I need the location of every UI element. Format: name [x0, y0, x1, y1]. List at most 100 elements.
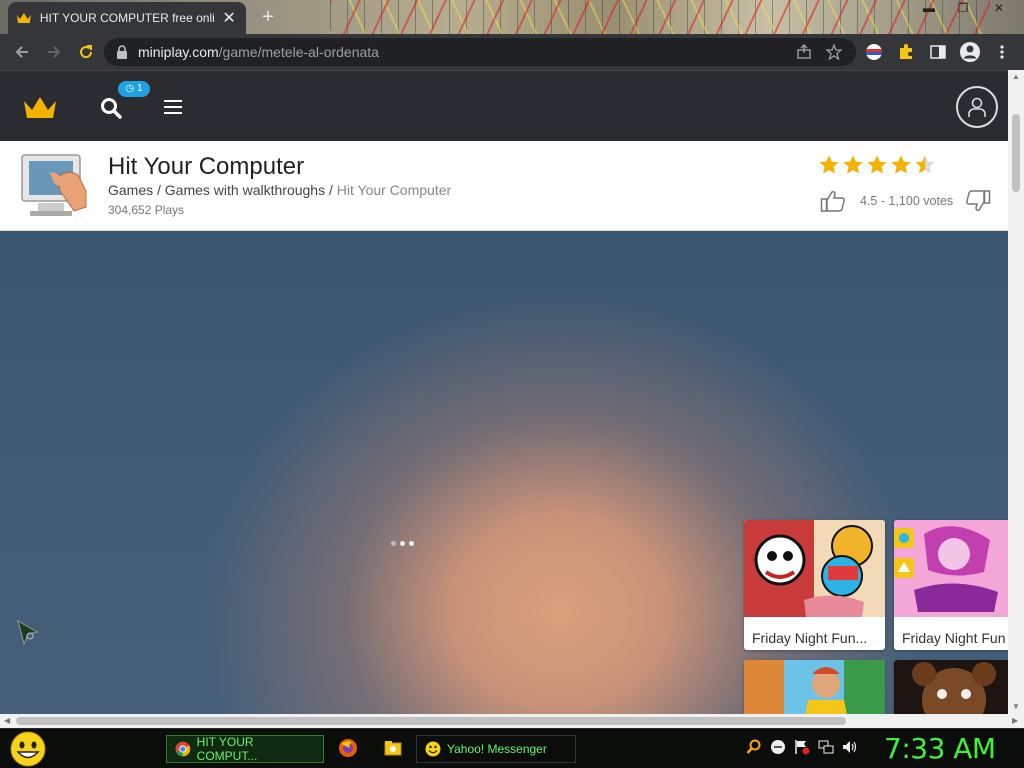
votes-row: 4.5 - 1,100 votes	[820, 189, 991, 213]
rating-stars[interactable]	[818, 154, 936, 175]
related-game-card[interactable]	[744, 660, 885, 714]
breadcrumb-current: Hit Your Computer	[336, 182, 452, 198]
site-logo-crown-icon[interactable]	[22, 95, 58, 119]
tab-title: HIT YOUR COMPUTER free onlin	[39, 11, 215, 25]
extensions-button[interactable]	[890, 38, 922, 66]
horizontal-scrollbar[interactable]: ◀ ▶	[0, 714, 1024, 728]
game-card-image	[744, 660, 885, 714]
game-frame[interactable]: Friday Night Fun... Friday Night Fun	[0, 231, 1008, 714]
taskbar-task-label: Yahoo! Messenger	[447, 742, 547, 756]
share-icon[interactable]	[796, 44, 812, 60]
mouse-cursor-icon	[17, 620, 39, 646]
back-button[interactable]	[6, 38, 38, 66]
game-info-bar: Hit Your Computer Games / Games with wal…	[0, 141, 1008, 231]
game-thumbnail[interactable]	[20, 151, 88, 219]
search-magnifier-icon[interactable]	[746, 739, 762, 755]
scroll-right-arrow-icon[interactable]: ▶	[1012, 716, 1018, 725]
game-card-image	[894, 520, 1008, 617]
scroll-up-arrow-icon[interactable]: ▲	[1012, 72, 1020, 81]
vertical-scroll-thumb[interactable]	[1012, 114, 1020, 192]
clock-small-icon: ◷	[125, 83, 135, 94]
arrow-right-icon	[48, 46, 61, 58]
scroll-down-arrow-icon[interactable]: ▼	[1012, 702, 1020, 711]
address-bar[interactable]: miniplay.com/game/metele-al-ordenata	[104, 38, 856, 66]
chrome-icon	[175, 741, 191, 757]
taskbar-yahoo-messenger[interactable]: Yahoo! Messenger	[416, 735, 576, 763]
breadcrumb-separator: /	[325, 182, 337, 198]
reload-icon	[80, 45, 93, 59]
reload-button[interactable]	[70, 38, 102, 66]
desktop-screen: HIT YOUR COMPUTER free onlin ✕ + ▬ ❐ ✕ m…	[0, 0, 1024, 768]
action-center-flag-icon[interactable]	[794, 739, 810, 755]
url-host: miniplay.com	[138, 44, 219, 60]
firefox-icon[interactable]	[338, 738, 358, 758]
side-panel-icon	[930, 45, 946, 59]
network-icon[interactable]	[818, 739, 834, 755]
site-header: ◷ 1	[0, 70, 1008, 141]
star-icon[interactable]	[914, 154, 936, 175]
breadcrumb: Games / Games with walkthroughs / Hit Yo…	[108, 182, 451, 198]
wallpaper-scribbles	[330, 0, 990, 34]
flag-circle-icon	[866, 44, 882, 60]
related-game-card[interactable]	[894, 660, 1008, 714]
taskbar-clock[interactable]: 7:33 AM	[884, 732, 996, 765]
breadcrumb-category-link[interactable]: Games with walkthroughs	[165, 182, 325, 198]
bookmark-star-icon[interactable]	[826, 44, 842, 60]
crown-icon	[16, 13, 31, 23]
tab-close-icon[interactable]: ✕	[220, 8, 238, 28]
file-manager-icon[interactable]	[383, 738, 403, 758]
taskbar-chrome-window[interactable]: HIT YOUR COMPUT...	[166, 735, 324, 763]
account-circle-icon	[960, 42, 980, 62]
vertical-scrollbar[interactable]: ▲ ▼	[1008, 70, 1024, 714]
thumbs-down-icon[interactable]	[965, 189, 991, 213]
breadcrumb-games-link[interactable]: Games	[108, 182, 153, 198]
system-tray	[746, 739, 858, 755]
yahoo-messenger-smiley-icon	[425, 741, 441, 757]
search-icon[interactable]	[100, 97, 122, 119]
horizontal-scroll-thumb[interactable]	[16, 717, 846, 725]
browser-tab[interactable]: HIT YOUR COMPUTER free onlin ✕	[8, 2, 246, 34]
star-icon[interactable]	[842, 154, 864, 175]
forward-button[interactable]	[38, 38, 70, 66]
browser-titlebar: HIT YOUR COMPUTER free onlin ✕ + ▬ ❐ ✕	[0, 0, 1024, 34]
web-page: ◷ 1 Hit Your Computer Games / Games with…	[0, 70, 1008, 714]
play-count: 304,652 Plays	[108, 203, 185, 217]
loading-dots	[391, 541, 414, 546]
close-window-button[interactable]: ✕	[984, 0, 1014, 18]
user-icon	[968, 97, 986, 117]
kebab-menu-icon	[1000, 45, 1004, 59]
lock-icon	[117, 45, 127, 59]
account-button[interactable]	[954, 38, 986, 66]
puzzle-icon	[900, 44, 912, 59]
notification-count: 1	[136, 83, 143, 94]
game-card-title: Friday Night Fun	[902, 630, 1006, 646]
votes-summary: 4.5 - 1,100 votes	[860, 194, 954, 208]
minimize-button[interactable]: ▬	[914, 0, 944, 18]
start-button-smiley-icon[interactable]	[10, 731, 46, 767]
star-icon[interactable]	[890, 154, 912, 175]
related-game-card[interactable]: Friday Night Fun...	[744, 520, 885, 650]
toolbar-extensions	[858, 38, 1018, 66]
browser-menu-button[interactable]	[986, 38, 1018, 66]
notification-badge[interactable]: ◷ 1	[118, 81, 150, 97]
side-panel-button[interactable]	[922, 38, 954, 66]
volume-icon[interactable]	[842, 739, 858, 755]
browser-toolbar: miniplay.com/game/metele-al-ordenata	[0, 34, 1024, 70]
star-icon[interactable]	[818, 154, 840, 175]
restore-button[interactable]: ❐	[948, 0, 978, 18]
game-card-title: Friday Night Fun...	[752, 630, 868, 646]
game-card-image	[894, 660, 1008, 714]
new-tab-button[interactable]: +	[254, 6, 282, 29]
game-card-image	[744, 520, 885, 617]
thumbs-up-icon[interactable]	[820, 189, 846, 213]
star-icon[interactable]	[866, 154, 888, 175]
hamburger-menu-icon[interactable]	[164, 99, 182, 115]
profile-flag-button[interactable]	[858, 38, 890, 66]
user-account-button[interactable]	[956, 86, 998, 128]
taskbar-task-label: HIT YOUR COMPUT...	[196, 735, 258, 763]
related-game-card[interactable]: Friday Night Fun	[894, 520, 1008, 650]
breadcrumb-separator: /	[153, 182, 165, 198]
taskbar: HIT YOUR COMPUT... Yahoo! Messenger 7:33…	[0, 728, 1024, 768]
scroll-left-arrow-icon[interactable]: ◀	[4, 716, 10, 725]
messenger-tray-icon[interactable]	[770, 739, 786, 755]
